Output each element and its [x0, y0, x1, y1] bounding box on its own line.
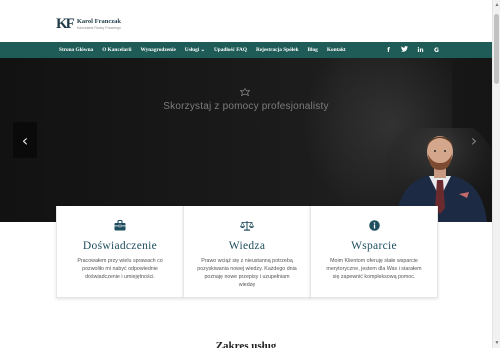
scroll-up-arrow-icon[interactable]: ▲ [493, 0, 500, 10]
feature-card-knowledge: Wiedza Prawo wciąż się z nieustanną potr… [183, 206, 311, 298]
nav-item-services[interactable]: Usługi ⌄ [185, 47, 205, 53]
google-icon[interactable]: G [433, 47, 440, 54]
nav-item-contact[interactable]: Kontakt [327, 47, 346, 53]
card-title: Wiedza [228, 240, 266, 252]
nav-item-bankruptcy-faq[interactable]: Upadłość FAQ [214, 47, 247, 53]
logo-subtitle: Kancelaria Radcy Prawnego [76, 25, 122, 30]
hero-tagline: Skorzystaj z pomocy profesjonalisty [163, 101, 329, 112]
nav-item-company-registration[interactable]: Rejestracja Spółek [256, 47, 299, 53]
card-title: Doświadczenie [82, 240, 158, 252]
social-links: f in G [376, 42, 440, 58]
nav-item-about[interactable]: O Kancelarii [102, 47, 131, 53]
main-nav: Strona Główna O Kancelarii Wynagrodzenie… [0, 42, 492, 58]
logo[interactable]: KF Karol Franczak Kancelaria Radcy Prawn… [56, 16, 121, 33]
scrollbar-thumb[interactable] [494, 14, 499, 84]
linkedin-icon[interactable]: in [417, 47, 424, 54]
card-text: Prawo wciąż się z nieustanną potrzebą po… [197, 258, 297, 288]
card-title: Wsparcie [351, 240, 397, 252]
feature-card-support: Wsparcie Moim Klientom oferuję stałe wsp… [310, 206, 438, 298]
logo-name: Karol Franczak [76, 18, 121, 25]
logo-mark: KF [56, 16, 75, 32]
services-section-title: Zakres usług [215, 340, 277, 348]
slider-prev-button[interactable]: ‹ [13, 122, 37, 158]
nav-item-pricing[interactable]: Wynagrodzenie [140, 47, 175, 53]
logo-text: Karol Franczak Kancelaria Radcy Prawnego [76, 18, 122, 30]
info-icon [311, 220, 437, 232]
card-text: Pracowałem przy wielu sprawach co pozwol… [77, 258, 163, 280]
nav-item-home[interactable]: Strona Główna [59, 47, 93, 53]
nav-menu: Strona Główna O Kancelarii Wynagrodzenie… [59, 42, 355, 58]
scroll-down-arrow-icon[interactable]: ▼ [493, 338, 500, 348]
card-text: Moim Klientom oferuję stałe wsparcie mer… [326, 258, 422, 280]
facebook-icon[interactable]: f [385, 47, 392, 54]
page-scrollbar[interactable]: ▲ ▼ [492, 0, 500, 348]
site-header: KF Karol Franczak Kancelaria Radcy Prawn… [0, 0, 492, 42]
briefcase-icon [57, 220, 183, 232]
feature-card-experience: Doświadczenie Pracowałem przy wielu spra… [56, 206, 184, 298]
hero-slider: Skorzystaj z pomocy profesjonalisty ‹ › [0, 58, 492, 222]
twitter-icon[interactable] [401, 46, 408, 54]
scales-icon [184, 220, 310, 232]
nav-item-blog[interactable]: Blog [308, 47, 318, 53]
features-cards: Doświadczenie Pracowałem przy wielu spra… [56, 206, 438, 298]
emblem-icon [239, 87, 251, 98]
